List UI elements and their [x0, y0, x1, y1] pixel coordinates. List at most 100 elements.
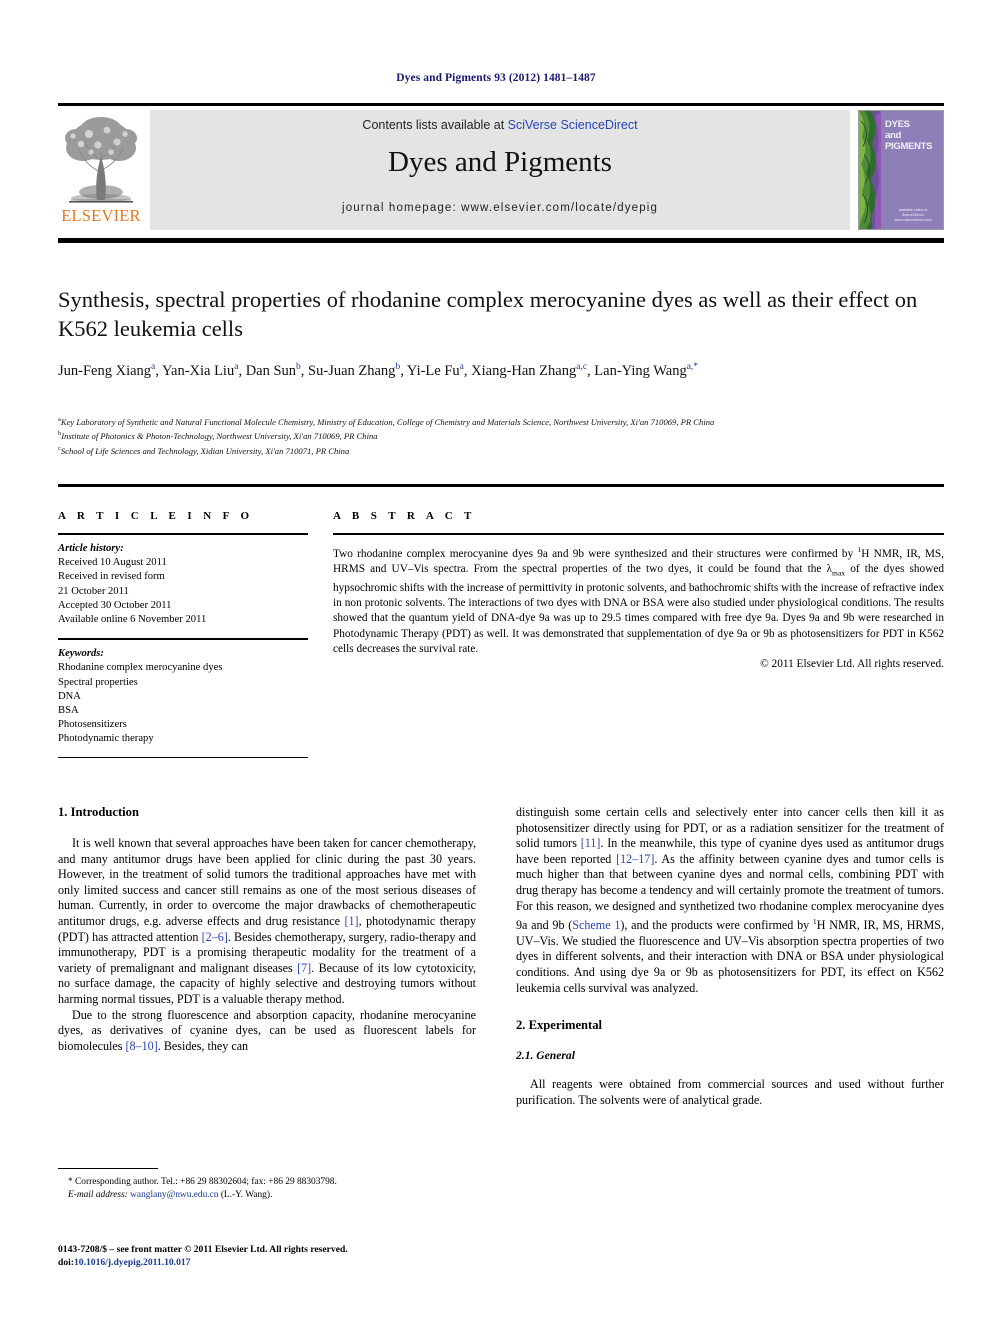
affiliation-list: aKey Laboratory of Synthetic and Natural… — [58, 414, 938, 457]
author-list: Jun-Feng Xianga, Yan-Xia Liua, Dan Sunb,… — [58, 357, 938, 381]
section-heading-introduction: 1. Introduction — [58, 805, 139, 819]
doi-link[interactable]: 10.1016/j.dyepig.2011.10.017 — [74, 1257, 190, 1268]
author-affil-mark: a,c — [576, 362, 588, 372]
cover-footer: available online at ScienceDirect www.sc… — [885, 208, 941, 223]
history-item: Available online 6 November 2011 — [58, 614, 207, 626]
journal-masthead: ELSEVIER Contents lists available at Sci… — [58, 110, 944, 230]
keywords-label: Keywords: — [58, 648, 104, 660]
body-left-column: 1. Introduction It is well known that se… — [58, 805, 476, 1054]
footnote-contact: Corresponding author. Tel.: +86 29 88302… — [72, 1177, 337, 1187]
author-affil-mark: b — [296, 362, 301, 372]
general-paragraph-1: All reagents were obtained from commerci… — [516, 1077, 944, 1107]
article-info-heading: A R T I C L E I N F O — [58, 510, 254, 522]
keywords-rule — [58, 638, 308, 641]
article-info-column: A R T I C L E I N F O Article history: R… — [58, 510, 308, 758]
author-affil-mark: a — [234, 362, 239, 372]
title-block-rule — [58, 484, 944, 487]
doi-label: doi: — [58, 1257, 74, 1268]
corresponding-author-footnote: * Corresponding author. Tel.: +86 29 883… — [58, 1168, 476, 1201]
article-info-rule — [58, 533, 308, 535]
cover-title: DYES and PIGMENTS — [885, 119, 933, 152]
paragraph-text: . Besides, they can — [157, 1038, 249, 1053]
citation-link[interactable]: [2–6] — [202, 930, 228, 944]
keyword-item: BSA — [58, 705, 79, 717]
email-link[interactable]: wanglany@nwu.edu.cn — [130, 1190, 218, 1200]
citation-link[interactable]: [12–17] — [616, 852, 654, 866]
author-affil-mark: a,* — [686, 362, 699, 372]
citation-link[interactable]: [7] — [297, 961, 311, 975]
abstract-text-part: of the dyes showed hypsochromic shifts w… — [333, 563, 944, 655]
author-affil-mark: a — [151, 362, 156, 372]
abstract-subscript: max — [832, 568, 846, 578]
keyword-item: Spectral properties — [58, 676, 138, 688]
affiliation-text: School of Life Sciences and Technology, … — [60, 445, 350, 456]
section-heading-experimental: 2. Experimental — [516, 1018, 603, 1033]
cover-art-strip — [859, 111, 881, 229]
masthead-bottom-rule — [58, 238, 944, 243]
citation-link[interactable]: [8–10] — [126, 1039, 158, 1053]
affiliation-item: aKey Laboratory of Synthetic and Natural… — [58, 414, 938, 428]
history-item: Received in revised form — [58, 571, 165, 583]
keyword-item: DNA — [58, 690, 81, 702]
keywords-block: Keywords: Rhodanine complex merocyanine … — [58, 647, 308, 746]
paragraph-text: ), and the products were confirmed by — [620, 918, 813, 933]
article-history-label: Article history: — [58, 543, 124, 554]
article-page: Dyes and Pigments 93 (2012) 1481–1487 EL… — [0, 0, 992, 1323]
keyword-item: Rhodanine complex merocyanine dyes — [58, 662, 223, 674]
front-matter-line: 0143-7208/$ – see front matter © 2011 El… — [58, 1244, 348, 1255]
footnote-line-2: E-mail address: wanglany@nwu.edu.cn (L.-… — [68, 1189, 476, 1202]
keyword-item: Photodynamic therapy — [58, 733, 154, 745]
article-info-bottom-rule — [58, 756, 308, 758]
history-item: Accepted 30 October 2011 — [58, 599, 172, 611]
author-item: Lan-Ying Wanga,* — [594, 362, 699, 379]
affiliation-item: bInstitute of Photonics & Photon-Technol… — [58, 428, 938, 442]
history-item: 21 October 2011 — [58, 585, 129, 597]
page-title: Synthesis, spectral properties of rhodan… — [58, 287, 918, 341]
cover-footer-top: available online at — [898, 208, 928, 212]
journal-title: Dyes and Pigments — [388, 146, 612, 178]
abstract-body: Two rhodanine complex merocyanine dyes 9… — [333, 542, 944, 657]
cover-footer-bottom: www.sciencedirect.com — [894, 218, 932, 222]
author-item: Su-Juan Zhangb, — [308, 362, 407, 379]
footnote-line-1: * Corresponding author. Tel.: +86 29 883… — [68, 1176, 476, 1189]
front-matter-block: 0143-7208/$ – see front matter © 2011 El… — [58, 1243, 558, 1269]
email-label: E-mail address: — [68, 1189, 128, 1200]
affiliation-text: Institute of Photonics & Photon-Technolo… — [61, 431, 378, 442]
cover-footer-mid: ScienceDirect — [901, 213, 925, 217]
author-item: Yi-Le Fua, — [406, 362, 472, 379]
author-affil-mark: b — [395, 362, 401, 372]
paragraph-text: Due to the strong fluorescence and absor… — [58, 1007, 476, 1053]
abstract-column: A B S T R A C T Two rhodanine complex me… — [333, 510, 944, 672]
intro-paragraph-1: It is well known that several approaches… — [58, 836, 476, 1008]
citation-link[interactable]: [11] — [581, 836, 601, 850]
scheme-link[interactable]: Scheme 1 — [572, 918, 620, 932]
abstract-text-part: Two rhodanine complex merocyanine dyes 9… — [333, 547, 858, 560]
elsevier-tree-icon — [65, 117, 137, 203]
affiliation-text: Key Laboratory of Synthetic and Natural … — [60, 416, 715, 427]
doi-line: doi:10.1016/j.dyepig.2011.10.017 — [58, 1256, 558, 1269]
author-item: Dan Sunb, — [245, 362, 309, 379]
footnote-rule — [58, 1168, 158, 1169]
masthead-grey-panel: Contents lists available at SciVerse Sci… — [150, 110, 850, 230]
abstract-rule — [333, 533, 944, 535]
sciencedirect-link[interactable]: SciVerse ScienceDirect — [508, 118, 638, 132]
author-item: Jun-Feng Xianga, — [58, 362, 162, 379]
author-affil-mark: a — [459, 362, 464, 372]
affiliation-item: cSchool of Life Sciences and Technology,… — [58, 443, 938, 457]
journal-cover-thumbnail: DYES and PIGMENTS available online at Scie… — [858, 110, 944, 230]
author-item: Xiang-Han Zhanga,c, — [471, 362, 595, 379]
elsevier-wordmark: ELSEVIER — [61, 206, 141, 225]
article-history-block: Article history: Received 10 August 2011… — [58, 542, 308, 627]
email-owner: (L.-Y. Wang). — [218, 1189, 273, 1200]
contents-available-line: Contents lists available at SciVerse Sci… — [150, 118, 850, 132]
contents-prefix: Contents lists available at — [362, 118, 508, 132]
running-head: Dyes and Pigments 93 (2012) 1481–1487 — [396, 72, 596, 84]
journal-homepage-line[interactable]: journal homepage: www.elsevier.com/locat… — [150, 202, 850, 214]
subsection-heading-general: 2.1. General — [516, 1049, 575, 1063]
elsevier-logo: ELSEVIER — [58, 110, 144, 230]
history-item: Received 10 August 2011 — [58, 557, 167, 569]
citation-link[interactable]: [1] — [344, 914, 358, 928]
abstract-copyright: © 2011 Elsevier Ltd. All rights reserved… — [760, 658, 944, 671]
author-item: Yan-Xia Liua, — [161, 362, 246, 379]
masthead-top-rule — [58, 103, 944, 106]
